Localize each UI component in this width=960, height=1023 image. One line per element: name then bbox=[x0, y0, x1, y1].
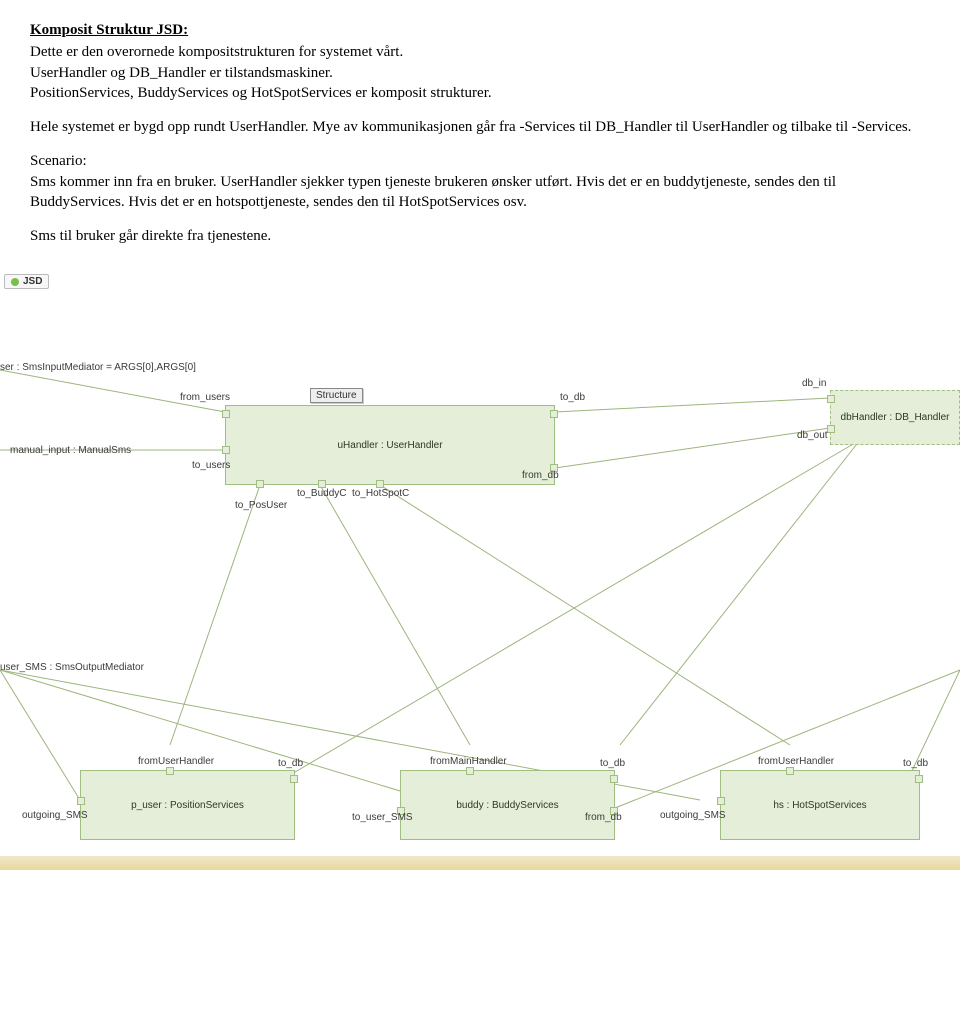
lbl-hs-out: outgoing_SMS bbox=[660, 810, 726, 821]
port-to-posuser[interactable] bbox=[256, 480, 264, 488]
ext-sms-input-label: ser : SmsInputMediator = ARGS[0],ARGS[0] bbox=[0, 362, 196, 373]
lbl-puser-todb: to_db bbox=[278, 758, 303, 769]
lbl-buddy-top: fromMainHandler bbox=[430, 756, 507, 767]
para-7: Sms til bruker går direkte fra tjenesten… bbox=[30, 226, 930, 246]
box-buddy[interactable]: buddy : BuddyServices bbox=[400, 770, 615, 840]
lbl-puser-top: fromUserHandler bbox=[138, 756, 214, 767]
box-puser-label: p_user : PositionServices bbox=[131, 800, 244, 811]
doc-title: Komposit Struktur JSD: bbox=[30, 20, 930, 40]
box-puser[interactable]: p_user : PositionServices bbox=[80, 770, 295, 840]
box-dbhandler-label: dbHandler : DB_Handler bbox=[841, 412, 950, 423]
ext-sms-output-label: user_SMS : SmsOutputMediator bbox=[0, 662, 144, 673]
tab-status-icon bbox=[11, 278, 19, 286]
box-buddy-label: buddy : BuddyServices bbox=[456, 800, 558, 811]
port-to-hotspotc[interactable] bbox=[376, 480, 384, 488]
para-4: Hele systemet er bygd opp rundt UserHand… bbox=[30, 117, 930, 137]
para-5: Scenario: bbox=[30, 151, 930, 171]
box-dbhandler[interactable]: dbHandler : DB_Handler bbox=[830, 390, 960, 445]
para-2: UserHandler og DB_Handler er tilstandsma… bbox=[30, 63, 930, 83]
lbl-to-db-uh: to_db bbox=[560, 392, 585, 403]
lbl-hs-todb: to_db bbox=[903, 758, 928, 769]
port-buddy-todb[interactable] bbox=[610, 775, 618, 783]
port-from-users[interactable] bbox=[222, 410, 230, 418]
box-hs[interactable]: hs : HotSpotServices bbox=[720, 770, 920, 840]
manual-input-label: manual_input : ManualSms bbox=[10, 445, 131, 456]
port-puser-top[interactable] bbox=[166, 767, 174, 775]
lbl-to-posuser: to_PosUser bbox=[235, 500, 287, 511]
port-db-out[interactable] bbox=[827, 425, 835, 433]
lbl-puser-out: outgoing_SMS bbox=[22, 810, 88, 821]
port-hs-top[interactable] bbox=[786, 767, 794, 775]
port-to-users[interactable] bbox=[222, 446, 230, 454]
port-buddy-top[interactable] bbox=[466, 767, 474, 775]
port-hs-todb[interactable] bbox=[915, 775, 923, 783]
lbl-buddy-fromdb: from_db bbox=[585, 812, 622, 823]
lbl-from-db-uh: from_db bbox=[522, 470, 559, 481]
lbl-to-buddyc: to_BuddyC bbox=[297, 488, 346, 499]
lbl-buddy-todb: to_db bbox=[600, 758, 625, 769]
lbl-to-users: to_users bbox=[192, 460, 230, 471]
port-puser-out[interactable] bbox=[77, 797, 85, 805]
box-uhandler-label: uHandler : UserHandler bbox=[337, 440, 442, 451]
port-puser-todb[interactable] bbox=[290, 775, 298, 783]
lbl-db-out: db_out bbox=[797, 430, 828, 441]
floor-strip bbox=[0, 856, 960, 870]
jsd-diagram[interactable]: JSD ser : SmsInputMediator = ARGS[0],ARG… bbox=[0, 270, 960, 870]
tab-label: JSD bbox=[23, 276, 42, 287]
para-6: Sms kommer inn fra en bruker. UserHandle… bbox=[30, 172, 930, 213]
box-hs-label: hs : HotSpotServices bbox=[773, 800, 866, 811]
para-3: PositionServices, BuddyServices og HotSp… bbox=[30, 83, 930, 103]
port-to-db-uh[interactable] bbox=[550, 410, 558, 418]
lbl-from-users: from_users bbox=[180, 392, 230, 403]
para-1: Dette er den overornede kompositstruktur… bbox=[30, 42, 930, 62]
document-body: Komposit Struktur JSD: Dette er den over… bbox=[0, 0, 960, 270]
lbl-buddy-usersms: to_user_SMS bbox=[352, 812, 413, 823]
port-db-in[interactable] bbox=[827, 395, 835, 403]
jsd-tab[interactable]: JSD bbox=[4, 274, 49, 289]
lbl-to-hotspotc: to_HotSpotC bbox=[352, 488, 409, 499]
port-hs-out[interactable] bbox=[717, 797, 725, 805]
structure-button-label: Structure bbox=[316, 390, 357, 401]
structure-button[interactable]: Structure bbox=[310, 388, 363, 403]
box-uhandler[interactable]: uHandler : UserHandler bbox=[225, 405, 555, 485]
lbl-db-in: db_in bbox=[802, 378, 826, 389]
port-to-buddyc[interactable] bbox=[318, 480, 326, 488]
lbl-hs-top: fromUserHandler bbox=[758, 756, 834, 767]
